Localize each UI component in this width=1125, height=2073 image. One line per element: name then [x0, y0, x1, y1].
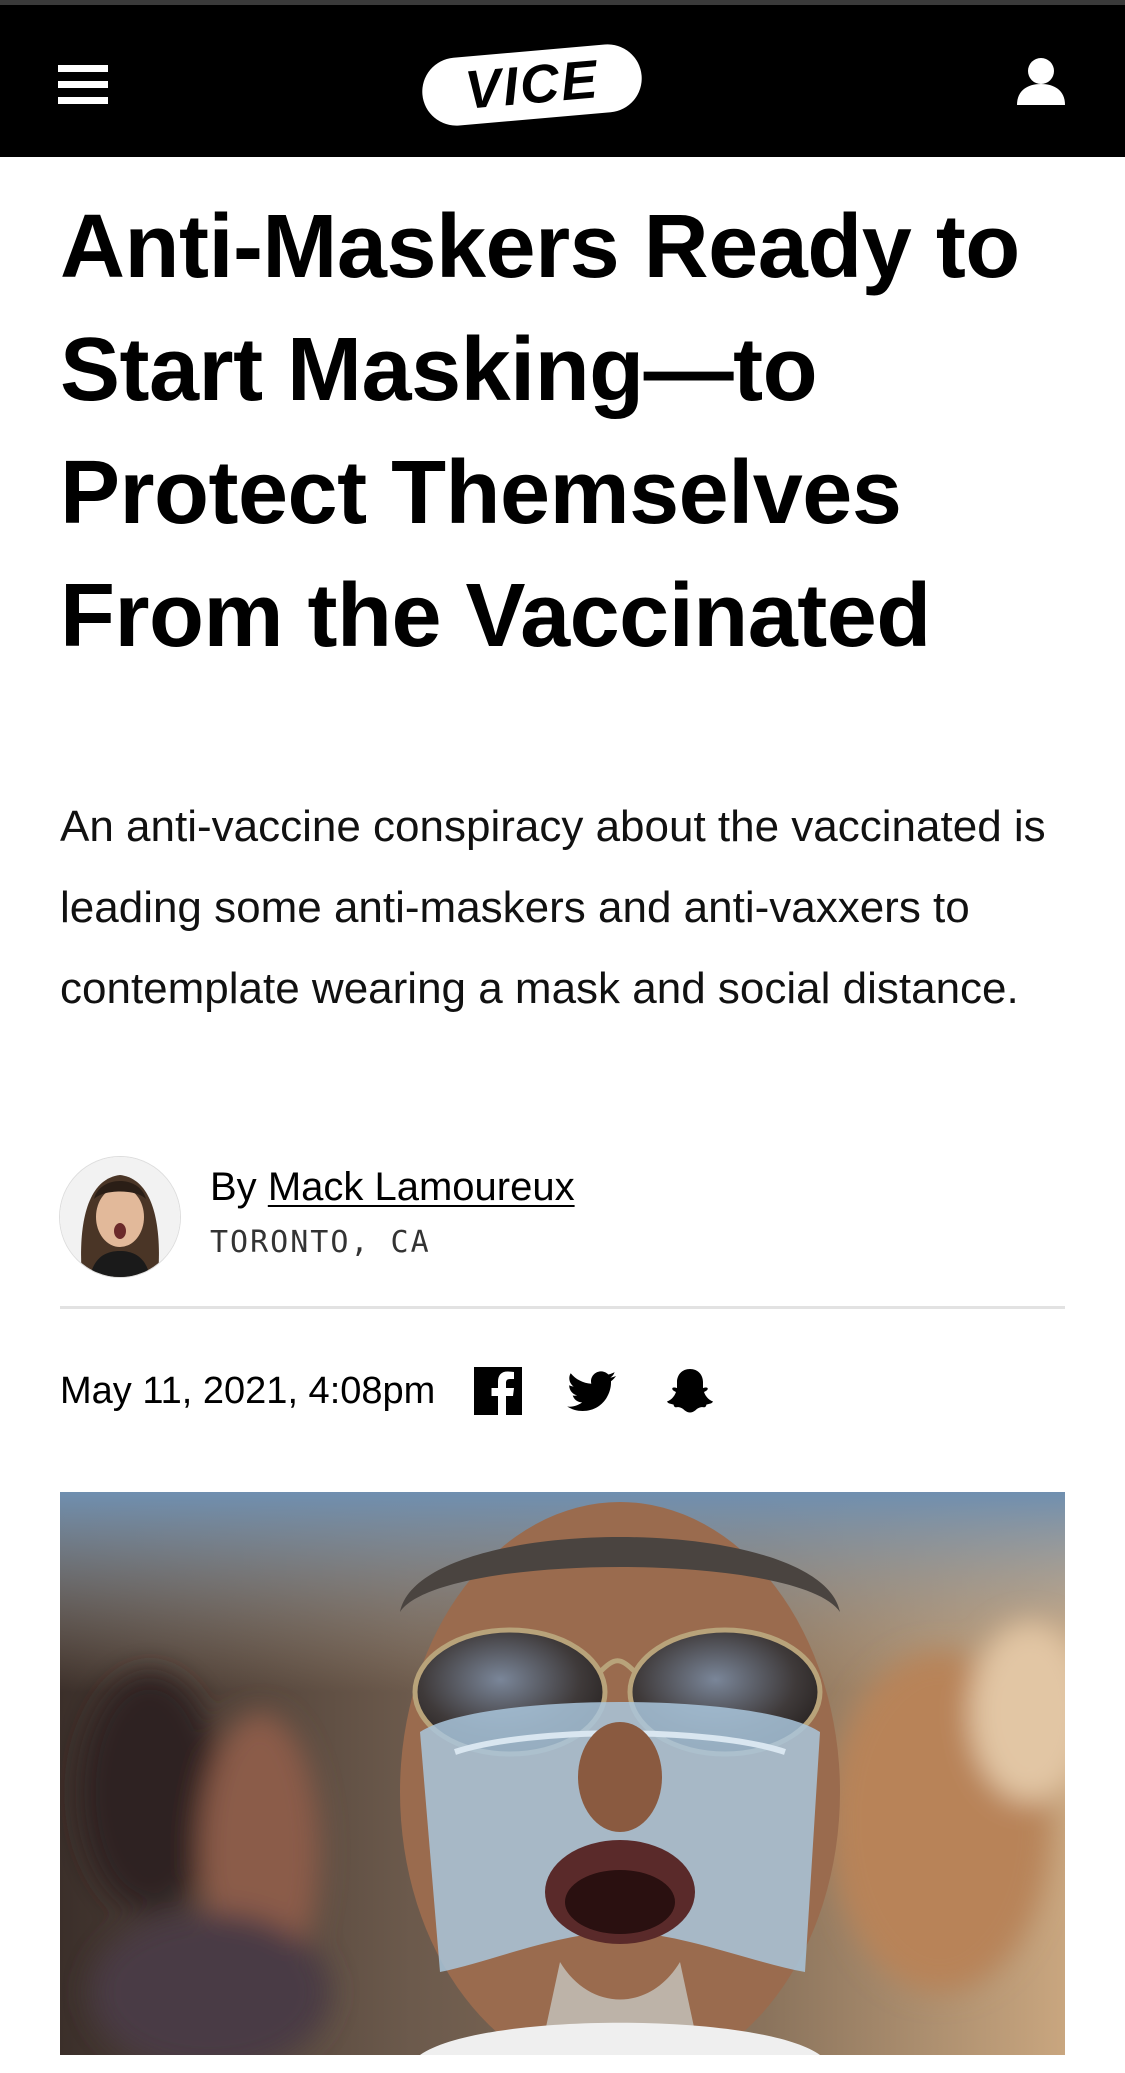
top-nav-bar: VICE: [0, 0, 1125, 157]
hamburger-menu-icon[interactable]: [58, 65, 108, 105]
publish-date: May 11, 2021, 4:08pm: [60, 1370, 436, 1412]
snapchat-icon[interactable]: [664, 1365, 716, 1417]
facebook-icon[interactable]: [472, 1365, 524, 1417]
article-dek: An anti-vaccine conspiracy about the vac…: [60, 802, 1046, 1013]
author-avatar[interactable]: [60, 1157, 180, 1277]
hero-image: [60, 1492, 1065, 2055]
author-link[interactable]: Mack Lamoureux: [268, 1165, 575, 1209]
user-icon[interactable]: [1010, 51, 1072, 113]
twitter-icon[interactable]: [566, 1365, 618, 1417]
vice-logo[interactable]: VICE: [416, 41, 648, 129]
byline-prefix: By: [210, 1165, 257, 1209]
divider: [60, 1306, 1065, 1309]
author-byline: By Mack Lamoureux: [210, 1162, 575, 1212]
svg-text:VICE: VICE: [463, 49, 602, 120]
article-headline: Anti-Maskers Ready to Start Masking—to P…: [60, 197, 1020, 666]
author-location: TORONTO, CA: [210, 1225, 431, 1260]
